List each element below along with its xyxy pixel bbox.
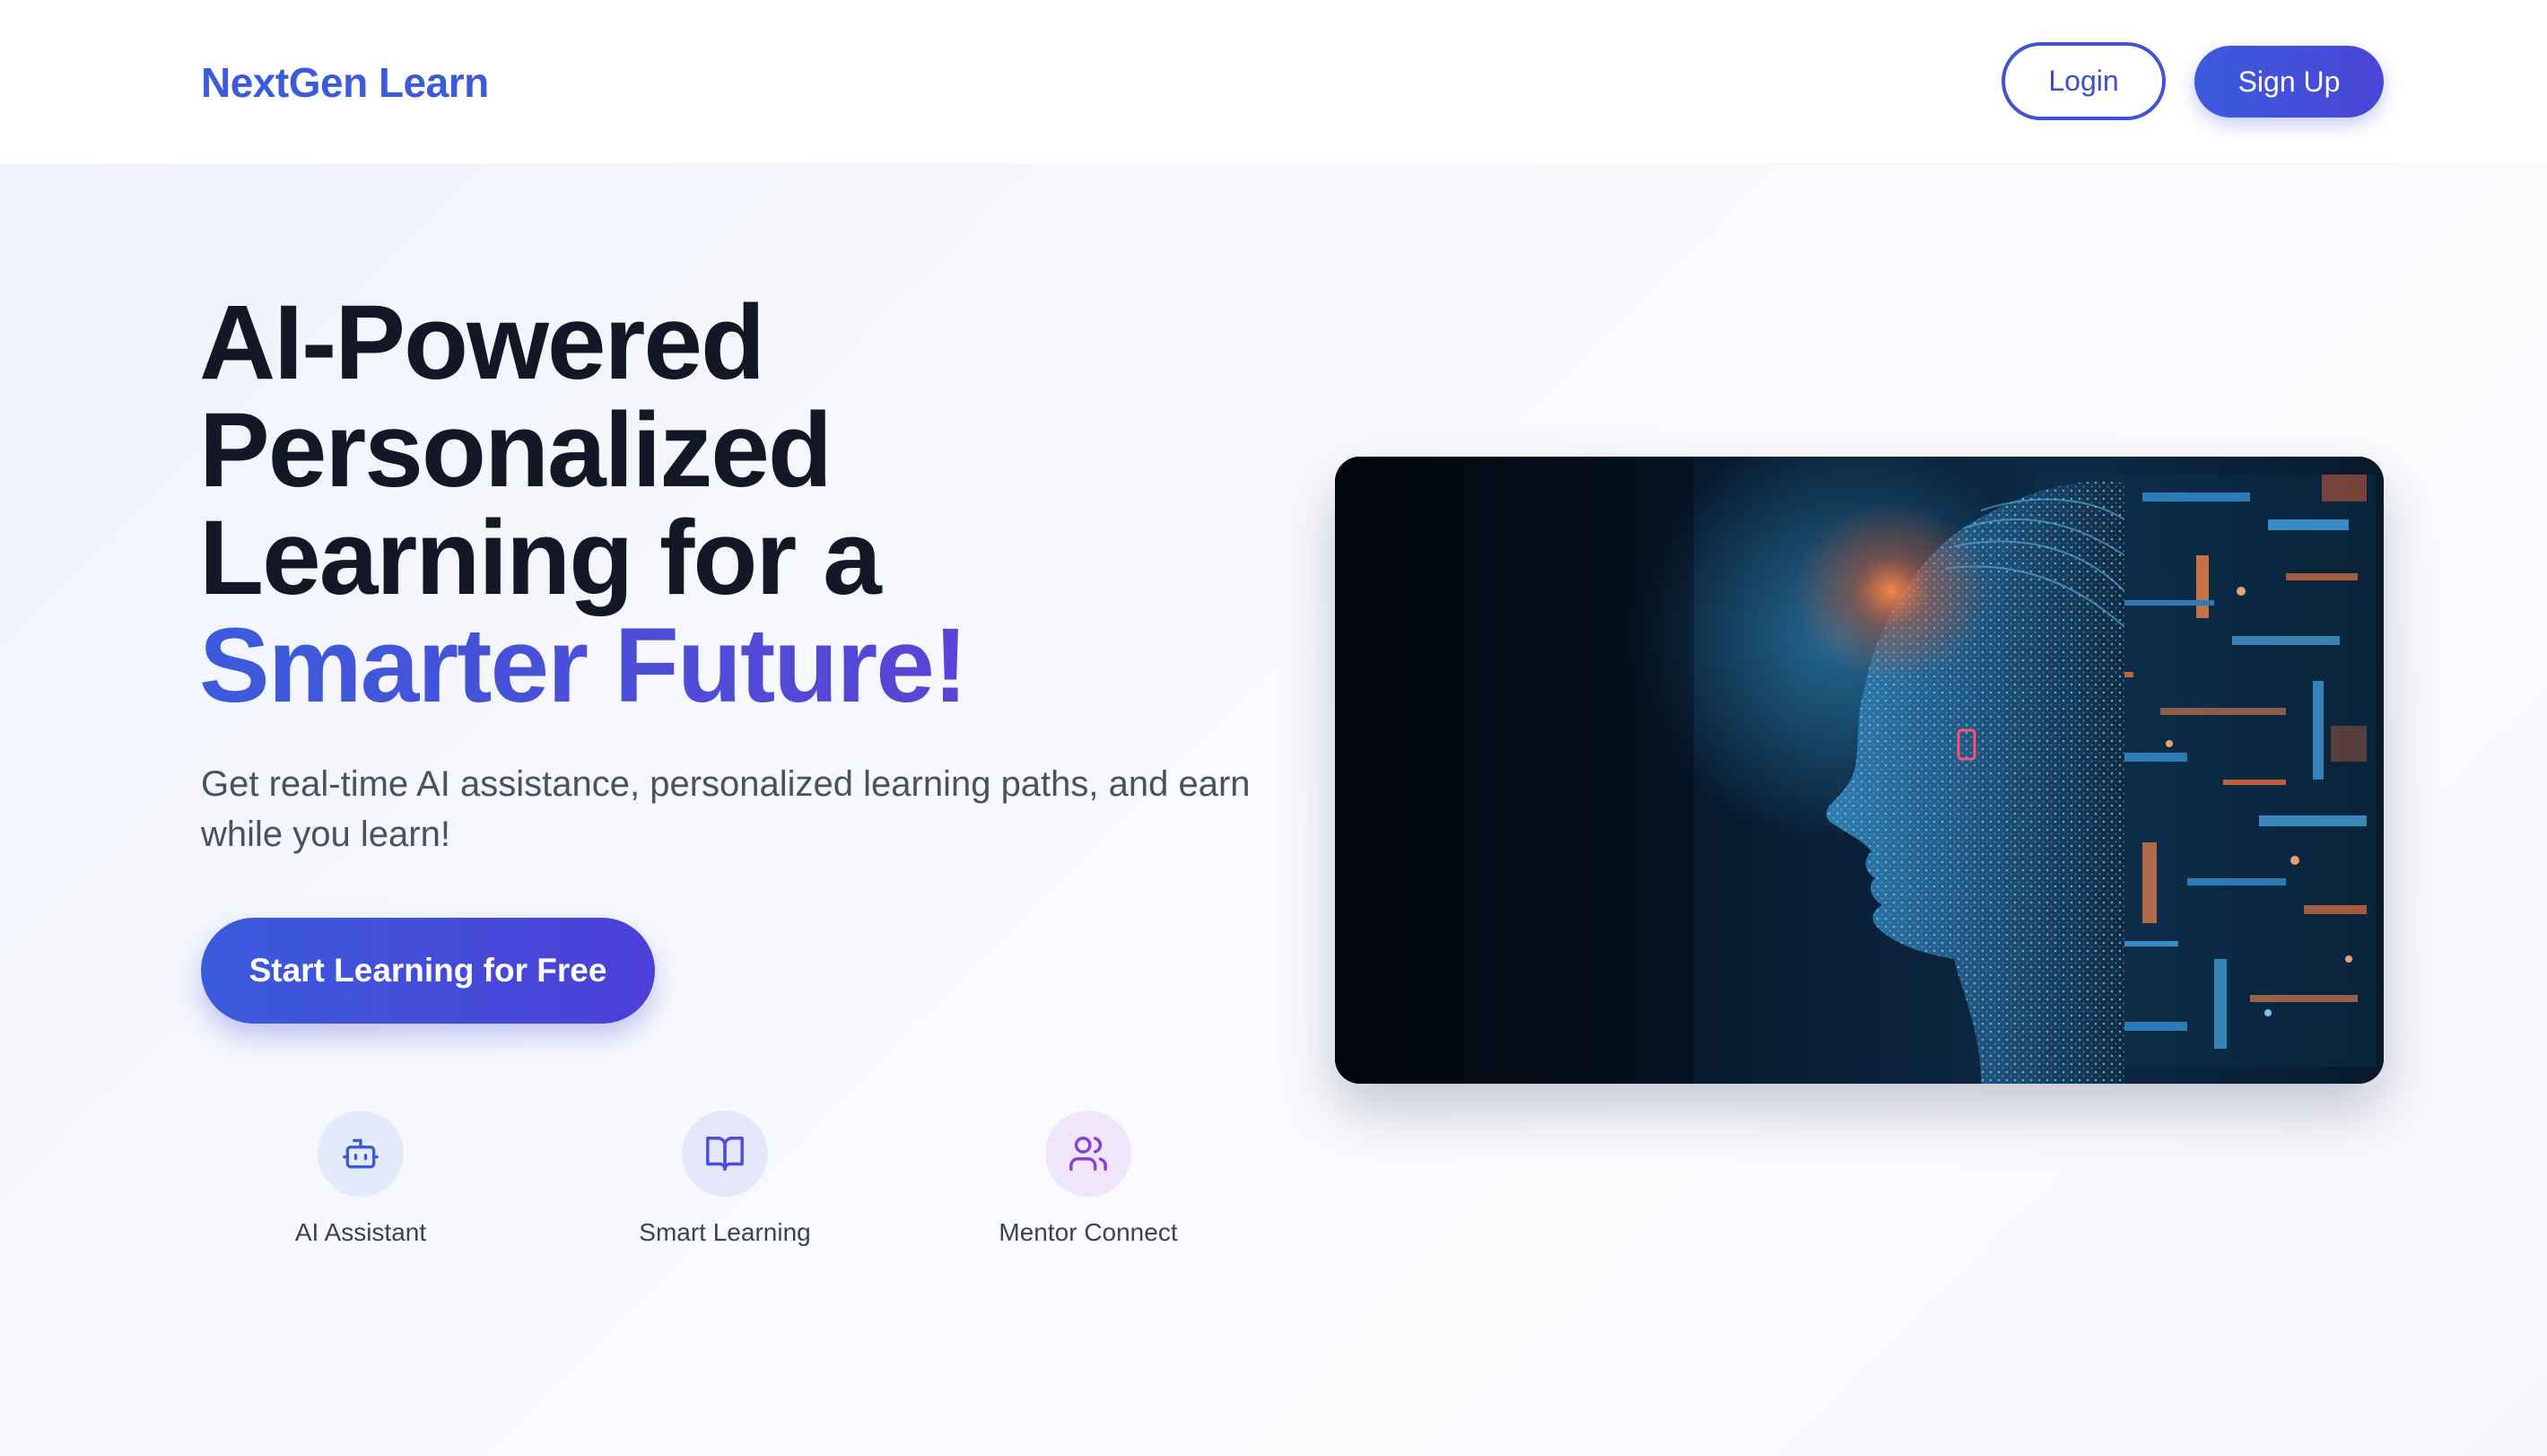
hero-subtitle: Get real-time AI assistance, personalize… [201,764,1251,854]
bot-icon [343,1138,379,1169]
feature-mentor-connect: Mentor Connect [954,1111,1223,1247]
site-header: NextGen Learn Login Sign Up [0,0,2547,163]
headline-accent: Smarter Future! [199,606,968,725]
headline-line-3: Learning for a [199,499,882,617]
feature-label: Mentor Connect [999,1218,1178,1246]
feature-smart-learning: Smart Learning [590,1111,859,1247]
book-open-icon [706,1137,744,1171]
login-button[interactable]: Login [2002,42,2166,120]
hero-illustration [1335,457,2384,1084]
feature-ai-assistant: AI Assistant [226,1111,495,1247]
ai-face-illustration [1335,457,2384,1084]
feature-label: AI Assistant [294,1218,427,1246]
feature-icon-circle [682,1111,768,1197]
feature-icon-circle [318,1111,404,1197]
feature-label: Smart Learning [639,1218,811,1246]
start-learning-button[interactable]: Start Learning for Free [201,918,655,1024]
hero-headline: AI-Powered Personalized Learning for a S… [199,283,968,725]
feature-icon-circle [1045,1111,1131,1197]
signup-button[interactable]: Sign Up [2194,46,2384,118]
logo[interactable]: NextGen Learn [201,56,489,109]
users-icon [1069,1137,1107,1171]
headline-line-1: AI-Powered [199,283,765,402]
headline-line-2: Personalized [199,391,833,510]
